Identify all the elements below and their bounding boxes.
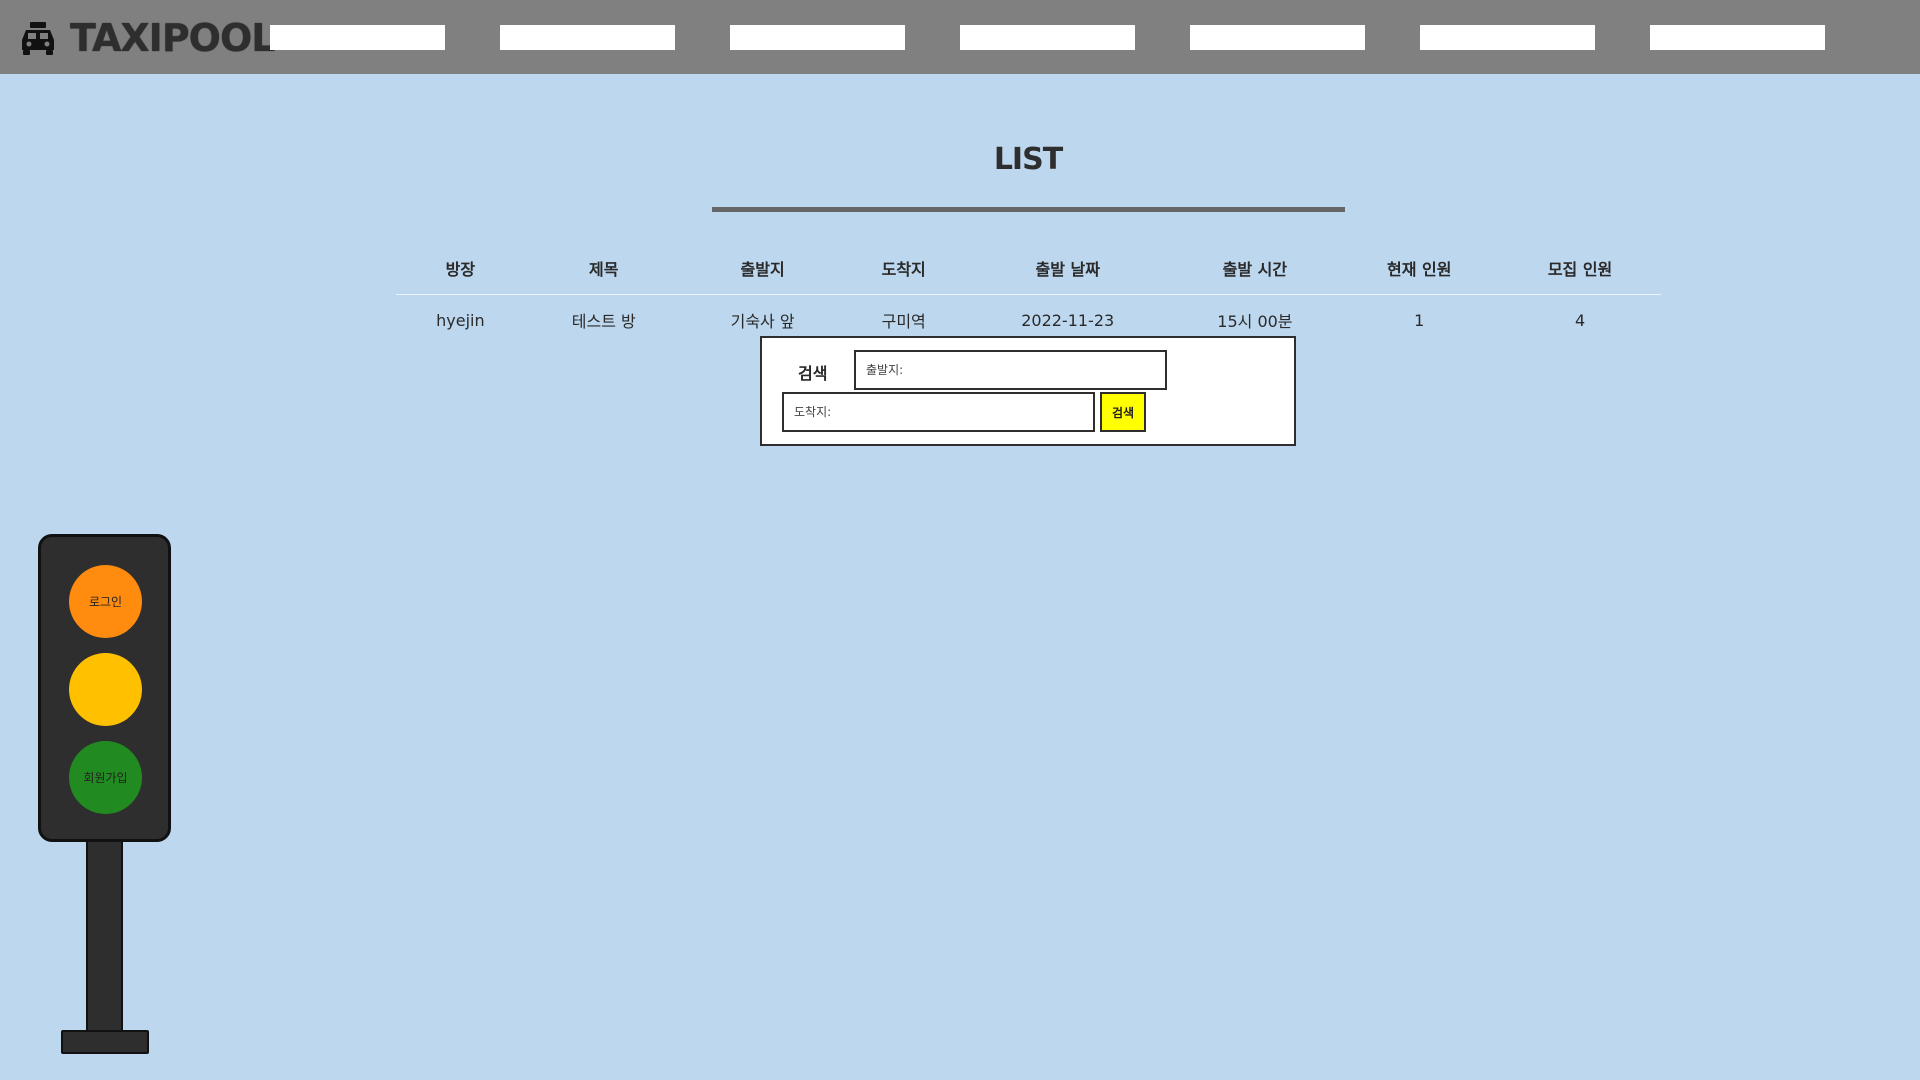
search-button[interactable]: 검색 bbox=[1100, 392, 1146, 432]
main-content: LIST 방장 제목 출발지 도착지 출발 날짜 출발 시간 현재 인원 모집 … bbox=[0, 74, 1920, 1080]
nav-item-1[interactable] bbox=[270, 25, 445, 50]
traffic-light-pole bbox=[86, 842, 123, 1032]
column-header-destination: 도착지 bbox=[842, 242, 965, 295]
top-navigation-bar: TAXIPOOL bbox=[0, 0, 1920, 74]
table-header-row: 방장 제목 출발지 도착지 출발 날짜 출발 시간 현재 인원 모집 인원 bbox=[396, 242, 1661, 295]
column-header-host: 방장 bbox=[396, 242, 525, 295]
nav-item-4[interactable] bbox=[960, 25, 1135, 50]
traffic-light-menu: 로그인 회원가입 bbox=[38, 534, 171, 842]
traffic-light-base bbox=[61, 1030, 149, 1054]
brand-logo[interactable]: TAXIPOOL bbox=[18, 14, 275, 62]
column-header-departure: 출발지 bbox=[682, 242, 843, 295]
column-header-departure-time: 출발 시간 bbox=[1170, 242, 1340, 295]
login-button[interactable]: 로그인 bbox=[69, 565, 142, 638]
departure-search-input[interactable] bbox=[854, 350, 1167, 390]
nav-item-5[interactable] bbox=[1190, 25, 1365, 50]
column-header-title: 제목 bbox=[524, 242, 683, 295]
nav-item-2[interactable] bbox=[500, 25, 675, 50]
nav-item-3[interactable] bbox=[730, 25, 905, 50]
column-header-departure-date: 출발 날짜 bbox=[964, 242, 1171, 295]
column-header-current-members: 현재 인원 bbox=[1339, 242, 1500, 295]
destination-search-input[interactable] bbox=[782, 392, 1095, 432]
page-title: LIST bbox=[993, 142, 1063, 177]
nav-item-7[interactable] bbox=[1650, 25, 1825, 50]
cell-title: 테스트 방 bbox=[571, 312, 636, 331]
cell-current-members: 1 bbox=[1414, 310, 1425, 330]
search-panel: 검색 검색 bbox=[760, 336, 1296, 446]
room-list-table: 방장 제목 출발지 도착지 출발 날짜 출발 시간 현재 인원 모집 인원 hy… bbox=[396, 242, 1661, 345]
column-header-recruit-members: 모집 인원 bbox=[1499, 242, 1661, 295]
title-divider bbox=[712, 207, 1345, 212]
signup-button[interactable]: 회원가입 bbox=[69, 741, 142, 814]
taxi-icon bbox=[22, 22, 54, 55]
nav-item-6[interactable] bbox=[1420, 25, 1595, 50]
cell-recruit-members: 4 bbox=[1574, 310, 1586, 330]
search-label: 검색 bbox=[798, 364, 828, 383]
brand-name: TAXIPOOL bbox=[70, 16, 275, 60]
cell-host: hyejin bbox=[436, 310, 485, 330]
yellow-light bbox=[69, 653, 142, 726]
